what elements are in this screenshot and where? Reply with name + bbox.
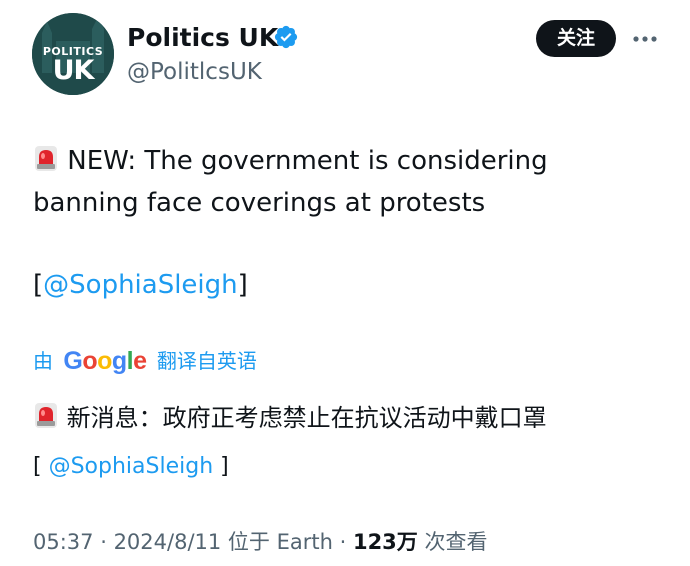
tweet-card: POLITICS UK Politics UK @PolitlcsUK 关注 N… [0,0,690,566]
translated-by-prefix: 由 [33,349,53,373]
google-logo: Google [63,347,147,375]
views-count[interactable]: 123万 [353,530,418,554]
tweet-text-line-2: banning face coverings at protests [33,188,486,218]
tweet-text: NEW: The government is considering banni… [33,140,663,224]
tweet-time[interactable]: 05:37 [33,530,94,554]
translated-mention-line: [ @SophiaSleigh ] [33,450,229,484]
translated-mention-open: [ [33,454,49,479]
mention-link[interactable]: @SophiaSleigh [43,270,237,300]
translated-by[interactable]: 由 Google 翻译自英语 [33,345,257,377]
mention-bracket-close: ] [237,270,248,300]
translated-mention-close: ] [213,454,229,479]
avatar[interactable]: POLITICS UK [32,13,114,95]
translated-text-content: 新消息：政府正考虑禁止在抗议活动中戴口罩 [66,404,547,432]
more-horizontal-icon[interactable] [630,28,660,50]
meta-separator: · [93,530,114,554]
follow-button[interactable]: 关注 [536,20,616,57]
meta-separator: · [332,530,353,554]
display-name[interactable]: Politics UK [127,22,278,54]
account-handle[interactable]: @PolitlcsUK [127,57,262,87]
siren-icon [35,146,57,171]
translated-text: 新消息：政府正考虑禁止在抗议活动中戴口罩 [33,400,547,436]
tweet-text-line-1: NEW: The government is considering [33,140,663,182]
avatar-label-big: UK [52,55,95,86]
tweet-location: 位于 Earth [221,530,333,554]
translated-mention-link[interactable]: @SophiaSleigh [49,454,214,479]
mention-bracket-open: [ [33,270,44,300]
tweet-text-line-1-text: NEW: The government is considering [67,146,548,176]
views-label: 次查看 [417,530,488,554]
tweet-date[interactable]: 2024/8/11 [114,530,222,554]
siren-icon [35,403,57,428]
tweet-meta: 05:37 · 2024/8/11 位于 Earth · 123万 次查看 [33,526,487,558]
mention-line: [@SophiaSleigh] [33,264,248,306]
verified-badge-icon [274,25,298,49]
translated-by-suffix: 翻译自英语 [156,349,257,373]
